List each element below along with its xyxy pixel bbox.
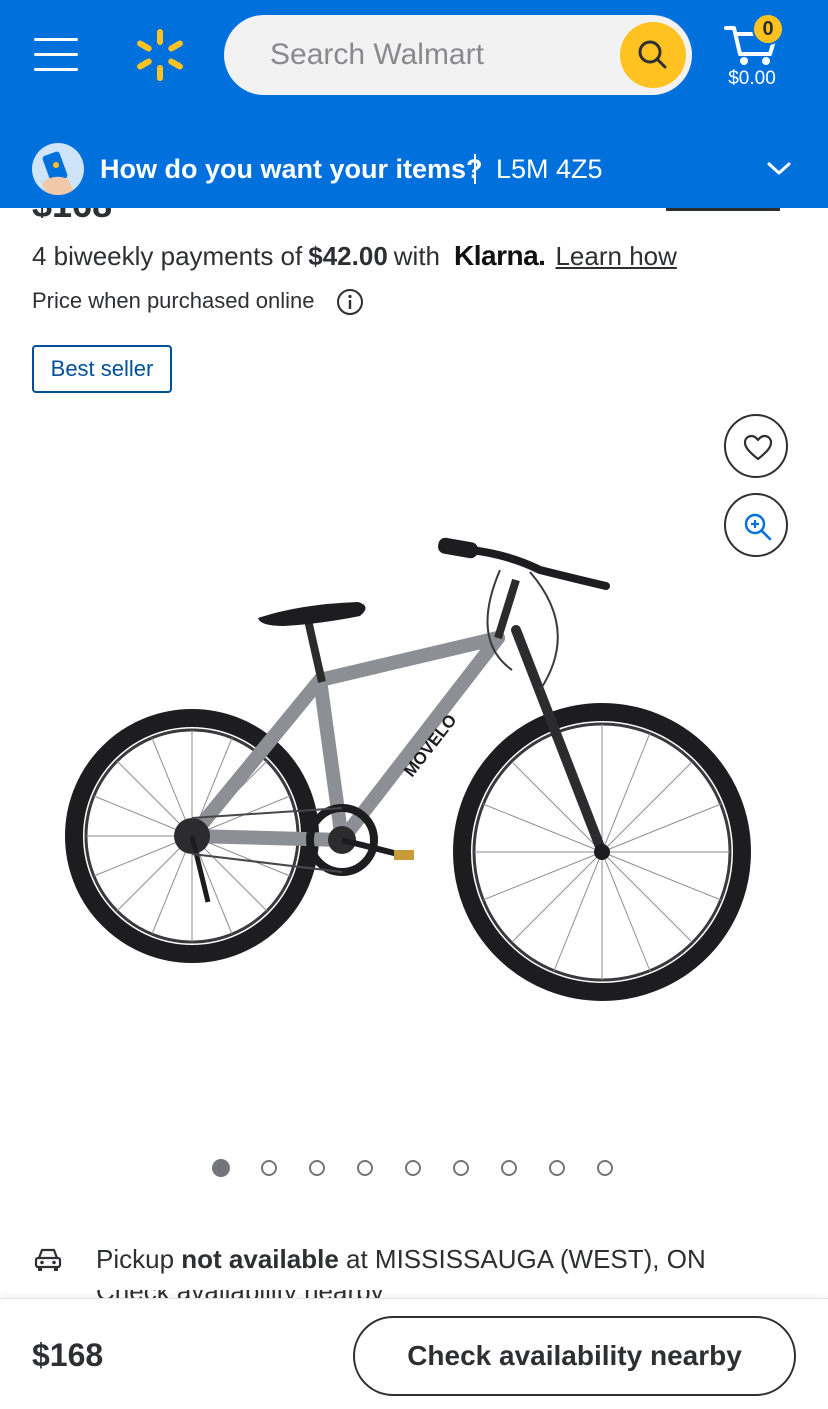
price-partial: $168 [32,208,142,218]
favorite-button[interactable] [724,414,788,478]
postal-code: L5M 4Z5 [496,154,603,184]
klarna-prefix: 4 biweekly payments of [32,240,303,271]
heart-icon [743,434,773,461]
carousel-dot-8[interactable] [549,1160,565,1176]
menu-icon[interactable] [34,36,78,74]
chevron-down-icon [767,162,791,175]
pickup-location: at MISSISSAUGA (WEST), ON [346,1244,706,1274]
klarna-amount: $42.00 [308,240,388,271]
bottom-price: $168 [32,1337,104,1373]
partial-link-underline [666,208,780,211]
carousel-dot-9[interactable] [597,1160,613,1176]
price-note: Price when purchased online [32,288,315,313]
search-input[interactable] [270,15,610,95]
walmart-spark-icon[interactable] [132,27,188,83]
carousel-dot-2[interactable] [261,1160,277,1176]
check-availability-button[interactable]: Check availability nearby [353,1316,796,1396]
klarna-payment-row: 4 biweekly payments of $42.00 with Klarn… [32,236,677,276]
learn-how-link[interactable]: Learn how [555,241,676,272]
pickup-prefix: Pickup [96,1244,175,1274]
carousel-dot-3[interactable] [309,1160,325,1176]
carousel-dot-5[interactable] [405,1160,421,1176]
klarna-logo: Klarna. [454,240,546,271]
search-icon [638,40,667,69]
carousel-dot-7[interactable] [501,1160,517,1176]
image-carousel-dots [212,1159,622,1179]
sticky-bottom-bar: $168 Check availability nearby [0,1298,828,1409]
divider [474,154,476,184]
carousel-dot-6[interactable] [453,1160,469,1176]
search-button[interactable] [620,22,686,88]
cart-total: $0.00 [728,68,776,89]
pickup-availability: not available [181,1244,339,1274]
delivery-question: How do you want your items? [100,154,483,184]
carousel-dot-4[interactable] [357,1160,373,1176]
delivery-selector[interactable]: How do you want your items? L5M 4Z5 [0,132,828,208]
pickup-status: Pickup not available at MISSISSAUGA (WES… [96,1244,706,1275]
cart-count-badge: 0 [752,13,784,45]
product-image-bicycle[interactable]: MOVELO [60,520,780,1040]
info-icon[interactable] [336,288,364,316]
phone-hand-icon [32,143,84,195]
top-header: 0 $0.00 How do you want your items? L5M … [0,0,828,208]
carousel-dot-1[interactable] [212,1159,230,1177]
car-icon [34,1248,62,1271]
klarna-with: with [393,240,441,271]
best-seller-badge: Best seller [32,345,172,393]
